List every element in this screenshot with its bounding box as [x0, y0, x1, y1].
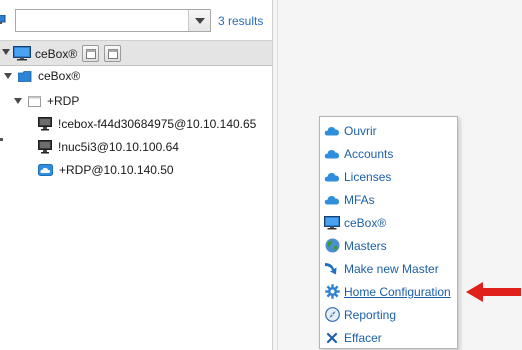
cloud-icon: [324, 123, 340, 138]
tree-item-label: !nuc5i3@10.10.100.64: [58, 140, 179, 154]
search-input[interactable]: [16, 10, 188, 31]
monitor-icon: [0, 14, 6, 24]
globe-icon: [324, 238, 340, 253]
dropdown-button[interactable]: [188, 10, 210, 31]
panel-icon: [86, 49, 96, 59]
divider: [277, 0, 278, 350]
tree-node-root[interactable]: ceBox®: [4, 66, 80, 86]
edge-marker: [0, 138, 3, 141]
toolbar-button-2[interactable]: [104, 45, 121, 62]
arrow-icon: [324, 261, 340, 276]
chevron-down-icon[interactable]: [4, 73, 12, 79]
monitor-icon: [13, 46, 31, 64]
menu-item-licenses[interactable]: Licenses: [320, 165, 457, 188]
tree-panel: 3 results ceBox® ceBox® +RDP !cebox-f44d…: [0, 0, 272, 350]
tree-item[interactable]: +RDP@10.10.140.50: [38, 160, 174, 180]
tree-node-label: ceBox®: [38, 69, 81, 83]
folder-icon: [18, 70, 32, 82]
red-arrow-icon: [466, 282, 521, 302]
menu-item-reporting[interactable]: Reporting: [320, 303, 457, 326]
chevron-down-icon[interactable]: [14, 98, 22, 104]
context-menu: Ouvrir Accounts Licenses MFAs ceBox® Mas…: [319, 116, 458, 349]
menu-item-effacer[interactable]: Effacer: [320, 326, 457, 349]
panel-icon: [108, 49, 118, 59]
menu-item-home-configuration[interactable]: Home Configuration: [320, 280, 457, 303]
monitor-icon: [324, 215, 340, 230]
menu-item-ouvrir[interactable]: Ouvrir: [320, 119, 457, 142]
tree-node-label: +RDP: [47, 94, 80, 108]
menu-item-make-new-master[interactable]: Make new Master: [320, 257, 457, 280]
tree-toolbar: ceBox®: [0, 40, 272, 66]
tree-item-label: +RDP@10.10.140.50: [59, 163, 174, 177]
x-icon: [324, 330, 340, 345]
search-combo[interactable]: [15, 9, 211, 32]
group-icon: [28, 95, 41, 107]
menu-item-accounts[interactable]: Accounts: [320, 142, 457, 165]
search-row: 3 results: [0, 0, 272, 40]
tree-item-label: !cebox-f44d30684975@10.10.140.65: [58, 117, 257, 131]
compass-icon: [324, 307, 340, 322]
menu-item-cebox[interactable]: ceBox®: [320, 211, 457, 234]
cloud-icon: [324, 146, 340, 161]
menu-item-masters[interactable]: Masters: [320, 234, 457, 257]
toolbar-button-1[interactable]: [82, 45, 99, 62]
tree-item[interactable]: !cebox-f44d30684975@10.10.140.65: [38, 114, 256, 134]
chevron-down-icon[interactable]: [2, 49, 10, 56]
monitor-icon: [38, 117, 52, 131]
tree-item[interactable]: !nuc5i3@10.10.100.64: [38, 137, 179, 157]
tree-node-group[interactable]: +RDP: [14, 91, 79, 111]
monitor-icon: [38, 140, 52, 154]
gear-icon: [324, 284, 340, 299]
menu-item-mfas[interactable]: MFAs: [320, 188, 457, 211]
toolbar-label: ceBox®: [35, 47, 78, 61]
cloud-icon: [324, 192, 340, 207]
chevron-down-icon: [194, 17, 205, 24]
cloud-badge-icon: [38, 164, 53, 176]
results-count: 3 results: [218, 14, 264, 28]
cloud-icon: [324, 169, 340, 184]
